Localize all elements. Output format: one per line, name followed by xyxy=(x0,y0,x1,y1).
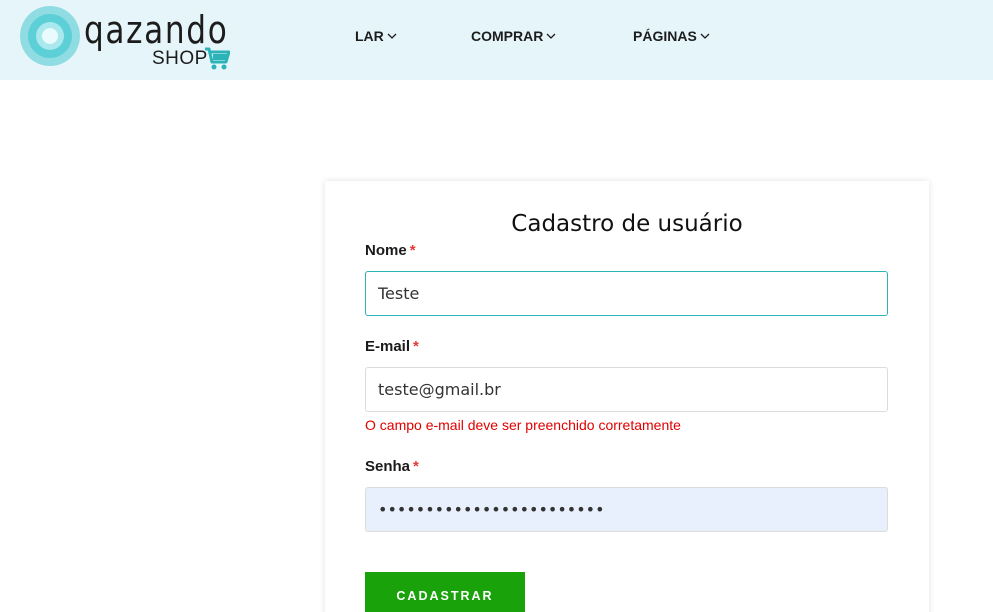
email-label-text: E-mail xyxy=(365,338,411,355)
nav-lar-label: LAR xyxy=(355,28,384,44)
brand-logo[interactable]: qazando SHOP xyxy=(18,4,238,76)
top-header: qazando SHOP LAR COMPRAR PÁGINAS xyxy=(0,0,993,80)
nav-lar[interactable]: LAR xyxy=(355,26,397,46)
required-mark: * xyxy=(413,458,419,475)
email-field[interactable] xyxy=(365,367,888,412)
password-label-text: Senha xyxy=(365,458,411,475)
nav-paginas-label: PÁGINAS xyxy=(633,28,697,44)
required-mark: * xyxy=(413,338,419,355)
form-title: Cadastro de usuário xyxy=(511,211,743,237)
register-form-card: Cadastro de usuário Nome* E-mail* O camp… xyxy=(325,181,929,612)
cart-icon xyxy=(205,47,230,70)
chevron-down-icon xyxy=(700,33,710,39)
nav-comprar[interactable]: COMPRAR xyxy=(471,26,556,46)
name-field[interactable] xyxy=(365,271,888,316)
email-label: E-mail * xyxy=(365,338,419,355)
chevron-down-icon xyxy=(546,33,556,39)
chevron-down-icon xyxy=(387,33,397,39)
name-label: Nome * xyxy=(365,242,416,259)
nav-paginas[interactable]: PÁGINAS xyxy=(633,26,710,46)
nav-comprar-label: COMPRAR xyxy=(471,28,544,44)
register-button[interactable]: CADASTRAR xyxy=(365,572,525,612)
logo-shop-text: SHOP xyxy=(152,48,208,69)
logo-mark-icon xyxy=(20,6,80,66)
required-mark: * xyxy=(409,242,416,259)
email-error-message: O campo e-mail deve ser preenchido corre… xyxy=(365,417,681,433)
name-label-text: Nome xyxy=(365,242,407,259)
password-label: Senha * xyxy=(365,458,419,475)
password-field[interactable] xyxy=(365,487,888,532)
